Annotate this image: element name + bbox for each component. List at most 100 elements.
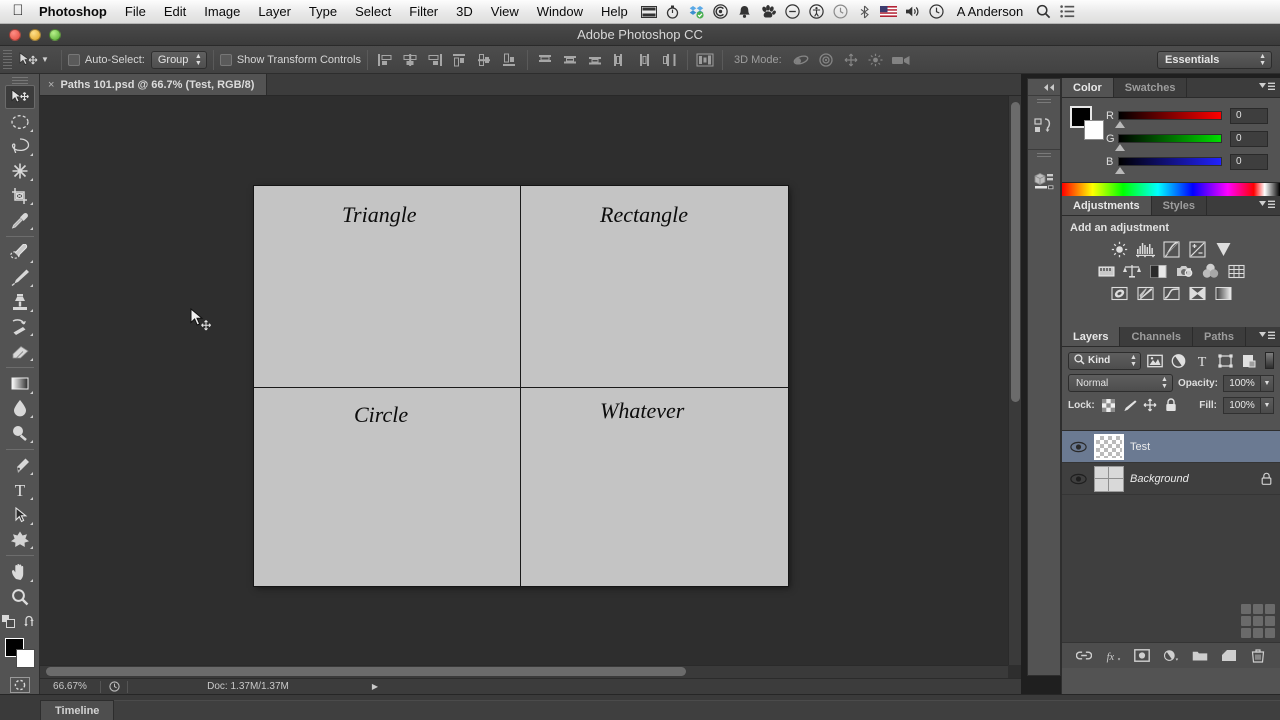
zoom-tool[interactable] (5, 585, 35, 609)
color-panel-background-swatch[interactable] (1084, 120, 1104, 140)
pan-3d-icon[interactable] (840, 50, 862, 70)
layer-thumbnail[interactable] (1094, 433, 1124, 460)
status-menu-arrow-icon[interactable]: ▶ (368, 682, 382, 691)
blue-value[interactable]: 0 (1230, 153, 1268, 170)
close-button[interactable] (9, 28, 21, 41)
timer-icon[interactable] (661, 1, 685, 23)
blue-slider[interactable] (1115, 157, 1222, 174)
opacity-dropdown-arrow-icon[interactable]: ▼ (1261, 374, 1274, 392)
blend-mode-select[interactable]: Normal ▲ ▼ (1068, 374, 1173, 392)
color-panel-swatches[interactable] (1070, 106, 1104, 140)
hand-tool[interactable] (5, 560, 35, 584)
lasso-tool[interactable] (5, 135, 35, 159)
panel-menu-icon[interactable] (1259, 200, 1275, 210)
layer-mask-icon[interactable] (1134, 648, 1150, 664)
tools-panel-grip[interactable] (11, 77, 28, 85)
red-value[interactable]: 0 (1230, 107, 1268, 124)
distribute-horizontal-centers-icon[interactable] (634, 50, 656, 70)
quick-mask-icon[interactable] (9, 676, 31, 694)
red-slider[interactable] (1115, 111, 1222, 128)
minimize-button[interactable] (29, 28, 41, 41)
default-colors-icon[interactable] (1, 614, 16, 634)
paw-icon[interactable] (757, 1, 781, 23)
show-transform-controls-checkbox[interactable] (219, 53, 232, 66)
auto-select-scope-select[interactable]: Group ▲ ▼ (150, 50, 207, 69)
canvas-horizontal-scrollbar[interactable] (40, 665, 1008, 678)
tab-color[interactable]: Color (1062, 78, 1114, 97)
tab-timeline[interactable]: Timeline (40, 700, 115, 720)
menu-photoshop[interactable]: Photoshop (30, 2, 116, 21)
artboard[interactable]: Triangle Rectangle Circle Whatever (254, 186, 788, 586)
elliptical-marquee-tool[interactable] (5, 110, 35, 134)
screen-capture-icon[interactable] (637, 1, 661, 23)
zoom-level[interactable]: 66.67% (40, 681, 100, 692)
magic-wand-tool[interactable] (5, 159, 35, 183)
gradient-tool[interactable] (5, 372, 35, 396)
filter-adjustment-icon[interactable] (1169, 352, 1189, 370)
green-slider[interactable] (1115, 134, 1222, 151)
invert-icon[interactable] (1109, 284, 1129, 302)
green-value[interactable]: 0 (1230, 130, 1268, 147)
color-spectrum-ramp[interactable] (1062, 182, 1280, 196)
orbit-3d-icon[interactable] (790, 50, 812, 70)
scale-3d-icon[interactable] (890, 50, 912, 70)
color-lookup-icon[interactable] (1226, 262, 1246, 280)
lock-all-icon[interactable] (1164, 398, 1179, 413)
type-tool[interactable]: T (5, 478, 35, 502)
new-adjustment-layer-icon[interactable] (1163, 648, 1179, 664)
layer-visibility-toggle[interactable] (1068, 441, 1088, 453)
eyedropper-tool[interactable] (5, 208, 35, 232)
menu-help[interactable]: Help (592, 2, 637, 21)
lock-position-icon[interactable] (1143, 398, 1158, 413)
canvas-area[interactable]: Triangle Rectangle Circle Whatever (40, 96, 1021, 678)
history-icon[interactable] (829, 1, 853, 23)
align-vertical-centers-icon[interactable] (474, 50, 496, 70)
dock-item-history[interactable] (1028, 95, 1060, 149)
distribute-bottom-edges-icon[interactable] (584, 50, 606, 70)
custom-shape-tool[interactable] (5, 528, 35, 552)
link-layers-icon[interactable] (1076, 648, 1092, 664)
tab-paths[interactable]: Paths (1193, 327, 1246, 346)
blue-slider-thumb[interactable] (1115, 167, 1125, 174)
color-balance-icon[interactable] (1122, 262, 1142, 280)
panel-menu-icon[interactable] (1259, 331, 1275, 341)
bluetooth-icon[interactable] (853, 1, 877, 23)
black-white-icon[interactable] (1148, 262, 1168, 280)
tab-swatches[interactable]: Swatches (1114, 78, 1188, 97)
tab-adjustments[interactable]: Adjustments (1062, 196, 1152, 215)
menu-3d[interactable]: 3D (447, 2, 482, 21)
layer-filter-kind-select[interactable]: Kind ▲ ▼ (1068, 351, 1141, 370)
hue-saturation-icon[interactable] (1096, 262, 1116, 280)
distribute-vertical-centers-icon[interactable] (559, 50, 581, 70)
distribute-top-edges-icon[interactable] (534, 50, 556, 70)
selective-color-icon[interactable] (1187, 284, 1207, 302)
auto-align-layers-icon[interactable] (694, 50, 716, 70)
panel-resize-grip[interactable] (1241, 604, 1277, 640)
dropbox-icon[interactable] (685, 1, 709, 23)
tool-preset-picker[interactable]: ▼ (12, 51, 55, 69)
layer-name[interactable]: Background (1130, 473, 1252, 485)
slide-3d-icon[interactable] (865, 50, 887, 70)
distribute-right-edges-icon[interactable] (659, 50, 681, 70)
foreground-background-color[interactable] (4, 638, 35, 669)
exposure-icon[interactable] (1187, 240, 1207, 258)
align-left-edges-icon[interactable] (374, 50, 396, 70)
path-selection-tool[interactable] (5, 503, 35, 527)
new-layer-icon[interactable] (1221, 648, 1237, 664)
flag-us-icon[interactable] (877, 1, 901, 23)
move-tool[interactable] (4, 85, 35, 109)
filter-enable-toggle[interactable] (1265, 352, 1275, 369)
tab-layers[interactable]: Layers (1062, 327, 1121, 346)
volume-icon[interactable] (901, 1, 925, 23)
filter-shape-icon[interactable] (1216, 352, 1236, 370)
red-slider-thumb[interactable] (1115, 121, 1125, 128)
background-color-swatch[interactable] (15, 649, 35, 669)
brush-tool[interactable] (5, 266, 35, 290)
panel-menu-icon[interactable] (1259, 82, 1275, 92)
history-panel-icon[interactable] (1033, 105, 1055, 149)
distribute-left-edges-icon[interactable] (609, 50, 631, 70)
threshold-icon[interactable] (1161, 284, 1181, 302)
maximize-button[interactable] (49, 28, 61, 41)
creative-cloud-icon[interactable] (709, 1, 733, 23)
layer-thumbnail[interactable] (1094, 465, 1124, 492)
